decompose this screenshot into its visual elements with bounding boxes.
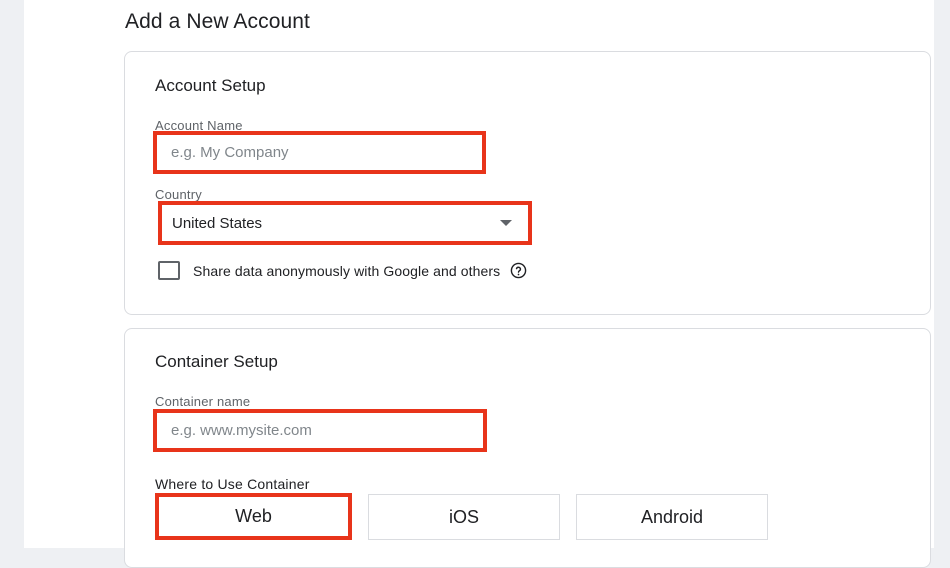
platform-options: Web iOS Android xyxy=(155,493,768,540)
account-setup-card: Account Setup Account Name Country Unite… xyxy=(124,51,931,315)
country-selected-value: United States xyxy=(172,214,263,232)
where-to-use-label: Where to Use Container xyxy=(155,476,310,492)
share-data-checkbox[interactable] xyxy=(158,261,180,280)
account-name-input[interactable] xyxy=(153,131,486,174)
account-setup-title: Account Setup xyxy=(155,76,266,95)
container-name-label: Container name xyxy=(155,394,251,409)
share-data-label: Share data anonymously with Google and o… xyxy=(193,262,501,279)
country-label: Country xyxy=(155,187,202,202)
platform-web-button[interactable]: Web xyxy=(155,493,352,540)
page-title: Add a New Account xyxy=(125,10,310,33)
platform-ios-button[interactable]: iOS xyxy=(368,494,560,540)
caret-down-icon xyxy=(500,220,512,226)
help-circle-icon[interactable] xyxy=(510,262,527,279)
container-setup-title: Container Setup xyxy=(155,352,278,371)
country-select[interactable]: United States xyxy=(158,201,532,245)
container-name-input[interactable] xyxy=(153,409,487,452)
page: Add a New Account Account Setup Account … xyxy=(24,0,934,568)
container-setup-card: Container Setup Container name Where to … xyxy=(124,328,931,568)
share-data-row: Share data anonymously with Google and o… xyxy=(158,261,527,280)
platform-android-button[interactable]: Android xyxy=(576,494,768,540)
